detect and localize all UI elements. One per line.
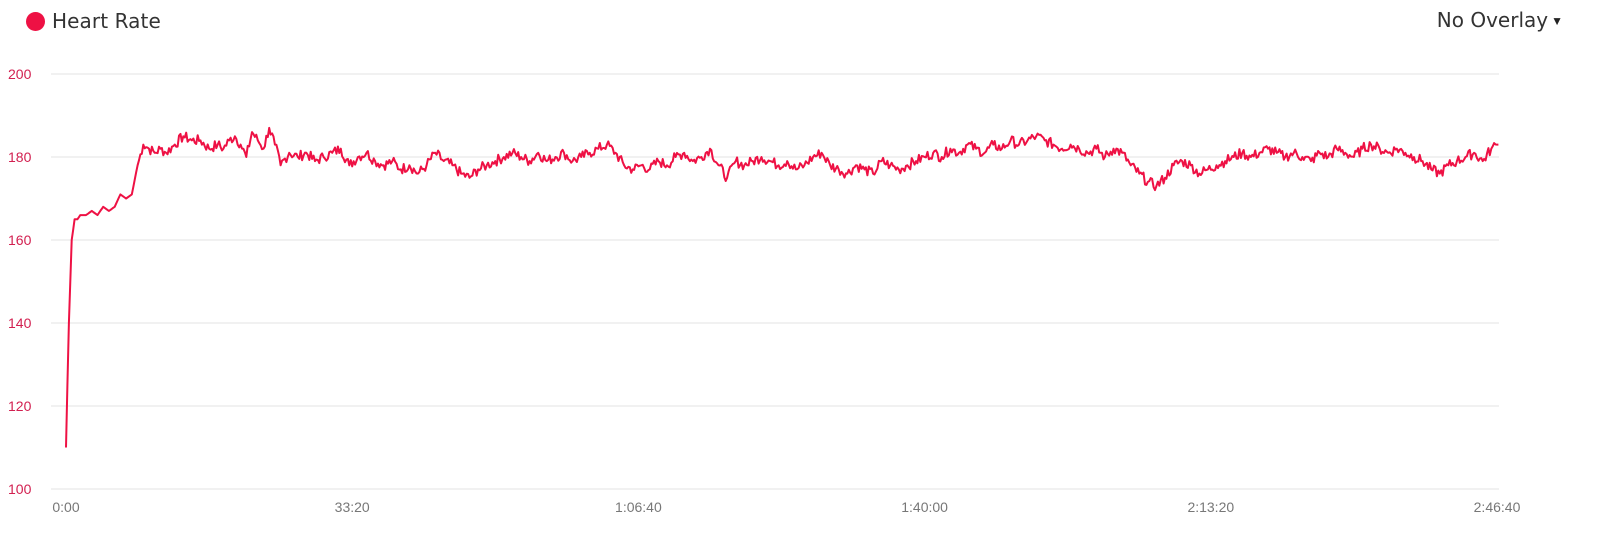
y-axis-ticks: 100 120 140 160 180 200 [8,66,32,497]
y-tick-label: 160 [8,232,32,248]
y-tick-label: 140 [8,315,32,331]
heart-rate-chart: 100 120 140 160 180 200 0:00 33:20 1:06:40 1:40:… [8,66,1521,515]
x-tick-label: 1:40:00 [901,499,948,515]
x-tick-label: 1:06:40 [615,499,662,515]
x-tick-label: 2:13:20 [1187,499,1234,515]
y-tick-label: 180 [8,149,32,165]
series-line-heart-rate [65,126,1499,448]
y-tick-label: 200 [8,66,32,82]
x-axis-ticks: 0:00 33:20 1:06:40 1:40:00 2:13:20 2:46:40 [52,499,1520,515]
x-tick-label: 0:00 [52,499,79,515]
x-tick-label: 33:20 [335,499,370,515]
y-tick-label: 120 [8,398,32,414]
series-layer [65,126,1499,448]
x-tick-label: 2:46:40 [1474,499,1521,515]
y-tick-label: 100 [8,481,32,497]
